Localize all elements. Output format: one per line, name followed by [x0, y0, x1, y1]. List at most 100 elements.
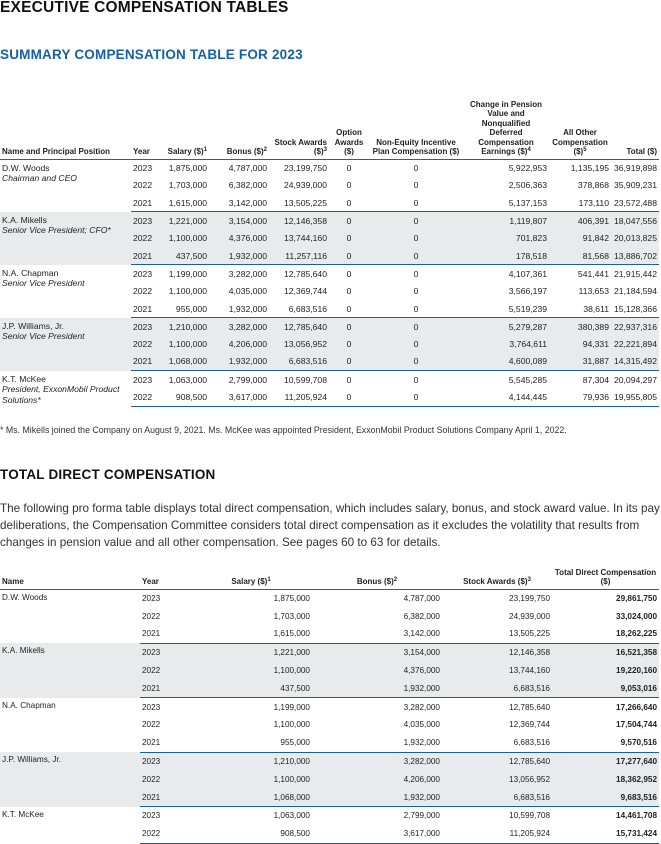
- table-cell: 0: [369, 299, 463, 319]
- table-cell: 541,441: [577, 268, 609, 279]
- table-cell: 2021: [140, 679, 190, 699]
- table-cell: 173,110: [549, 194, 611, 213]
- table-cell: 35,909,231: [613, 180, 657, 191]
- column-header-label: Stock Awards ($): [274, 137, 327, 157]
- table-cell: 4,206,000: [209, 335, 269, 353]
- person-cell: K.T. McKee: [0, 807, 140, 844]
- table-cell: 0: [329, 211, 369, 230]
- person-group: D.W. Woods 2023 1,875,000 4,787,000 23,199,7…: [0, 589, 659, 644]
- table-cell: 1,068,000: [161, 352, 209, 372]
- table-cell: 2023: [140, 752, 190, 771]
- table-cell: 4,107,361: [508, 268, 547, 279]
- table-cell: 6,382,000: [403, 611, 440, 621]
- table-cell: 13,886,702: [611, 246, 659, 266]
- table-cell: 0: [369, 388, 463, 407]
- person-cell: D.W. Woods Chairman and CEO: [0, 159, 131, 212]
- table-cell: 91,842: [549, 229, 611, 247]
- table-cell: 2022: [140, 770, 190, 789]
- table-cell: 2,799,000: [228, 374, 267, 385]
- column-header-footnote-mark: 2: [263, 147, 267, 153]
- column-header-label: Non-Equity Incentive Plan Compensation (…: [372, 137, 460, 157]
- table-cell: 1,100,000: [161, 335, 209, 353]
- table-cell: 2021: [131, 194, 161, 213]
- person-group: K.A. Mikells Senior Vice President; CFO* 2…: [0, 211, 659, 266]
- table-row: K.T. McKee President, ExxonMobil Product …: [0, 371, 659, 405]
- column-header-footnote-mark: 4: [527, 147, 531, 153]
- table-cell: 2,506,363: [508, 180, 547, 191]
- table-cell: 5,545,285: [508, 374, 547, 385]
- table-cell: 2022: [131, 229, 161, 247]
- table-cell: 2022: [142, 720, 161, 730]
- table-cell: 3,566,197: [508, 286, 547, 297]
- table-row: K.A. Mikells Senior Vice President; CFO* 2…: [0, 211, 659, 265]
- column-header: Stock Awards ($)3: [442, 556, 552, 590]
- table-cell: 10,599,708: [509, 811, 550, 821]
- column-header-label: Year: [133, 147, 150, 156]
- table-row: J.P. Williams, Jr. Senior Vice President 2…: [0, 317, 659, 371]
- person-name: D.W. Woods: [2, 162, 50, 173]
- table-cell: 1,100,000: [161, 229, 209, 247]
- person-cell: K.A. Mikells Senior Vice President; CFO*: [0, 211, 131, 265]
- table-cell: 94,331: [549, 335, 611, 353]
- table-cell: 6,683,516: [442, 733, 552, 753]
- person-cell: N.A. Chapman Senior Vice President: [0, 265, 131, 318]
- table-cell: 0: [369, 194, 463, 213]
- table-cell: 1,063,000: [168, 374, 207, 385]
- table-cell: 1,932,000: [209, 299, 269, 319]
- table-row: J.P. Williams, Jr. 2023 1,210,000 3,282,000…: [0, 752, 659, 807]
- table-cell: 378,868: [577, 180, 609, 191]
- table-cell: 2021: [140, 625, 190, 644]
- column-header: All Other Compensation ($)5: [549, 70, 611, 160]
- person-name: D.W. Woods: [2, 592, 48, 602]
- column-header: Bonus ($)2: [209, 70, 269, 160]
- table-cell: 24,939,000: [283, 180, 327, 191]
- table-cell: 1,100,000: [190, 661, 312, 680]
- table-row: K.T. McKee 2023 1,063,000 2,799,000 10,599,7…: [0, 807, 659, 825]
- table-cell: 2,799,000: [403, 811, 440, 821]
- column-header: Total ($): [611, 70, 659, 160]
- column-header: Stock Awards ($)3: [269, 70, 329, 160]
- table-cell: 0: [329, 194, 369, 213]
- table-cell: 2023: [142, 593, 161, 603]
- table-cell: 0: [329, 299, 369, 319]
- table-cell: 21,184,594: [613, 286, 657, 297]
- table-cell: 2023: [140, 643, 190, 662]
- table-cell: 437,500: [161, 246, 209, 266]
- tdc-intro-paragraph: The following pro forma table displays t…: [0, 502, 660, 549]
- table-cell: 2023: [131, 317, 161, 336]
- table-cell: 6,683,516: [269, 299, 329, 319]
- table-cell: 3,282,000: [403, 702, 440, 712]
- person-position: President, ExxonMobil Product Solutions*: [2, 384, 120, 405]
- table-row: K.A. Mikells 2023 1,221,000 3,154,000 12,146…: [0, 643, 659, 698]
- table-cell: 12,146,358: [442, 643, 552, 662]
- table-cell: 1,068,000: [190, 788, 312, 808]
- column-header-label: Option Awards ($): [334, 128, 364, 156]
- column-header-footnote-mark: 1: [203, 147, 207, 153]
- person-group: J.P. Williams, Jr. 2023 1,210,000 3,282,000…: [0, 752, 659, 808]
- table-cell: 13,056,952: [442, 770, 552, 789]
- table-cell: 33,024,000: [616, 611, 657, 621]
- column-header-footnote-mark: 2: [393, 577, 398, 583]
- table-cell: 3,142,000: [209, 194, 269, 213]
- table-cell: 2021: [140, 733, 190, 753]
- table-cell: 0: [329, 352, 369, 372]
- table-cell: 15,128,366: [611, 299, 659, 319]
- column-header-label: Name: [2, 577, 24, 586]
- table-cell: 1,119,807: [463, 211, 549, 230]
- table-cell: 0: [369, 229, 463, 247]
- table-cell: 10,599,708: [283, 374, 327, 385]
- tdc-title: TOTAL DIRECT COMPENSATION: [0, 467, 216, 482]
- table-cell: 79,936: [549, 388, 611, 407]
- person-name: K.A. Mikells: [2, 214, 47, 225]
- table-cell: 21,915,442: [613, 268, 657, 279]
- summary-compensation-table: Name and Principal Position Year Salary ($…: [0, 70, 659, 407]
- table-cell: 22,221,894: [611, 335, 659, 353]
- table-cell: 22,937,316: [611, 317, 659, 336]
- person-position: Senior Vice President; CFO*: [2, 225, 111, 236]
- table-cell: 1,615,000: [161, 194, 209, 213]
- table-cell: 2023: [142, 702, 161, 712]
- table-row: N.A. Chapman Senior Vice President 2023 1,1…: [0, 265, 659, 289]
- table-cell: 0: [329, 388, 369, 407]
- table-cell: 9,683,516: [552, 788, 659, 808]
- page-title: EXECUTIVE COMPENSATION TABLES: [0, 0, 289, 16]
